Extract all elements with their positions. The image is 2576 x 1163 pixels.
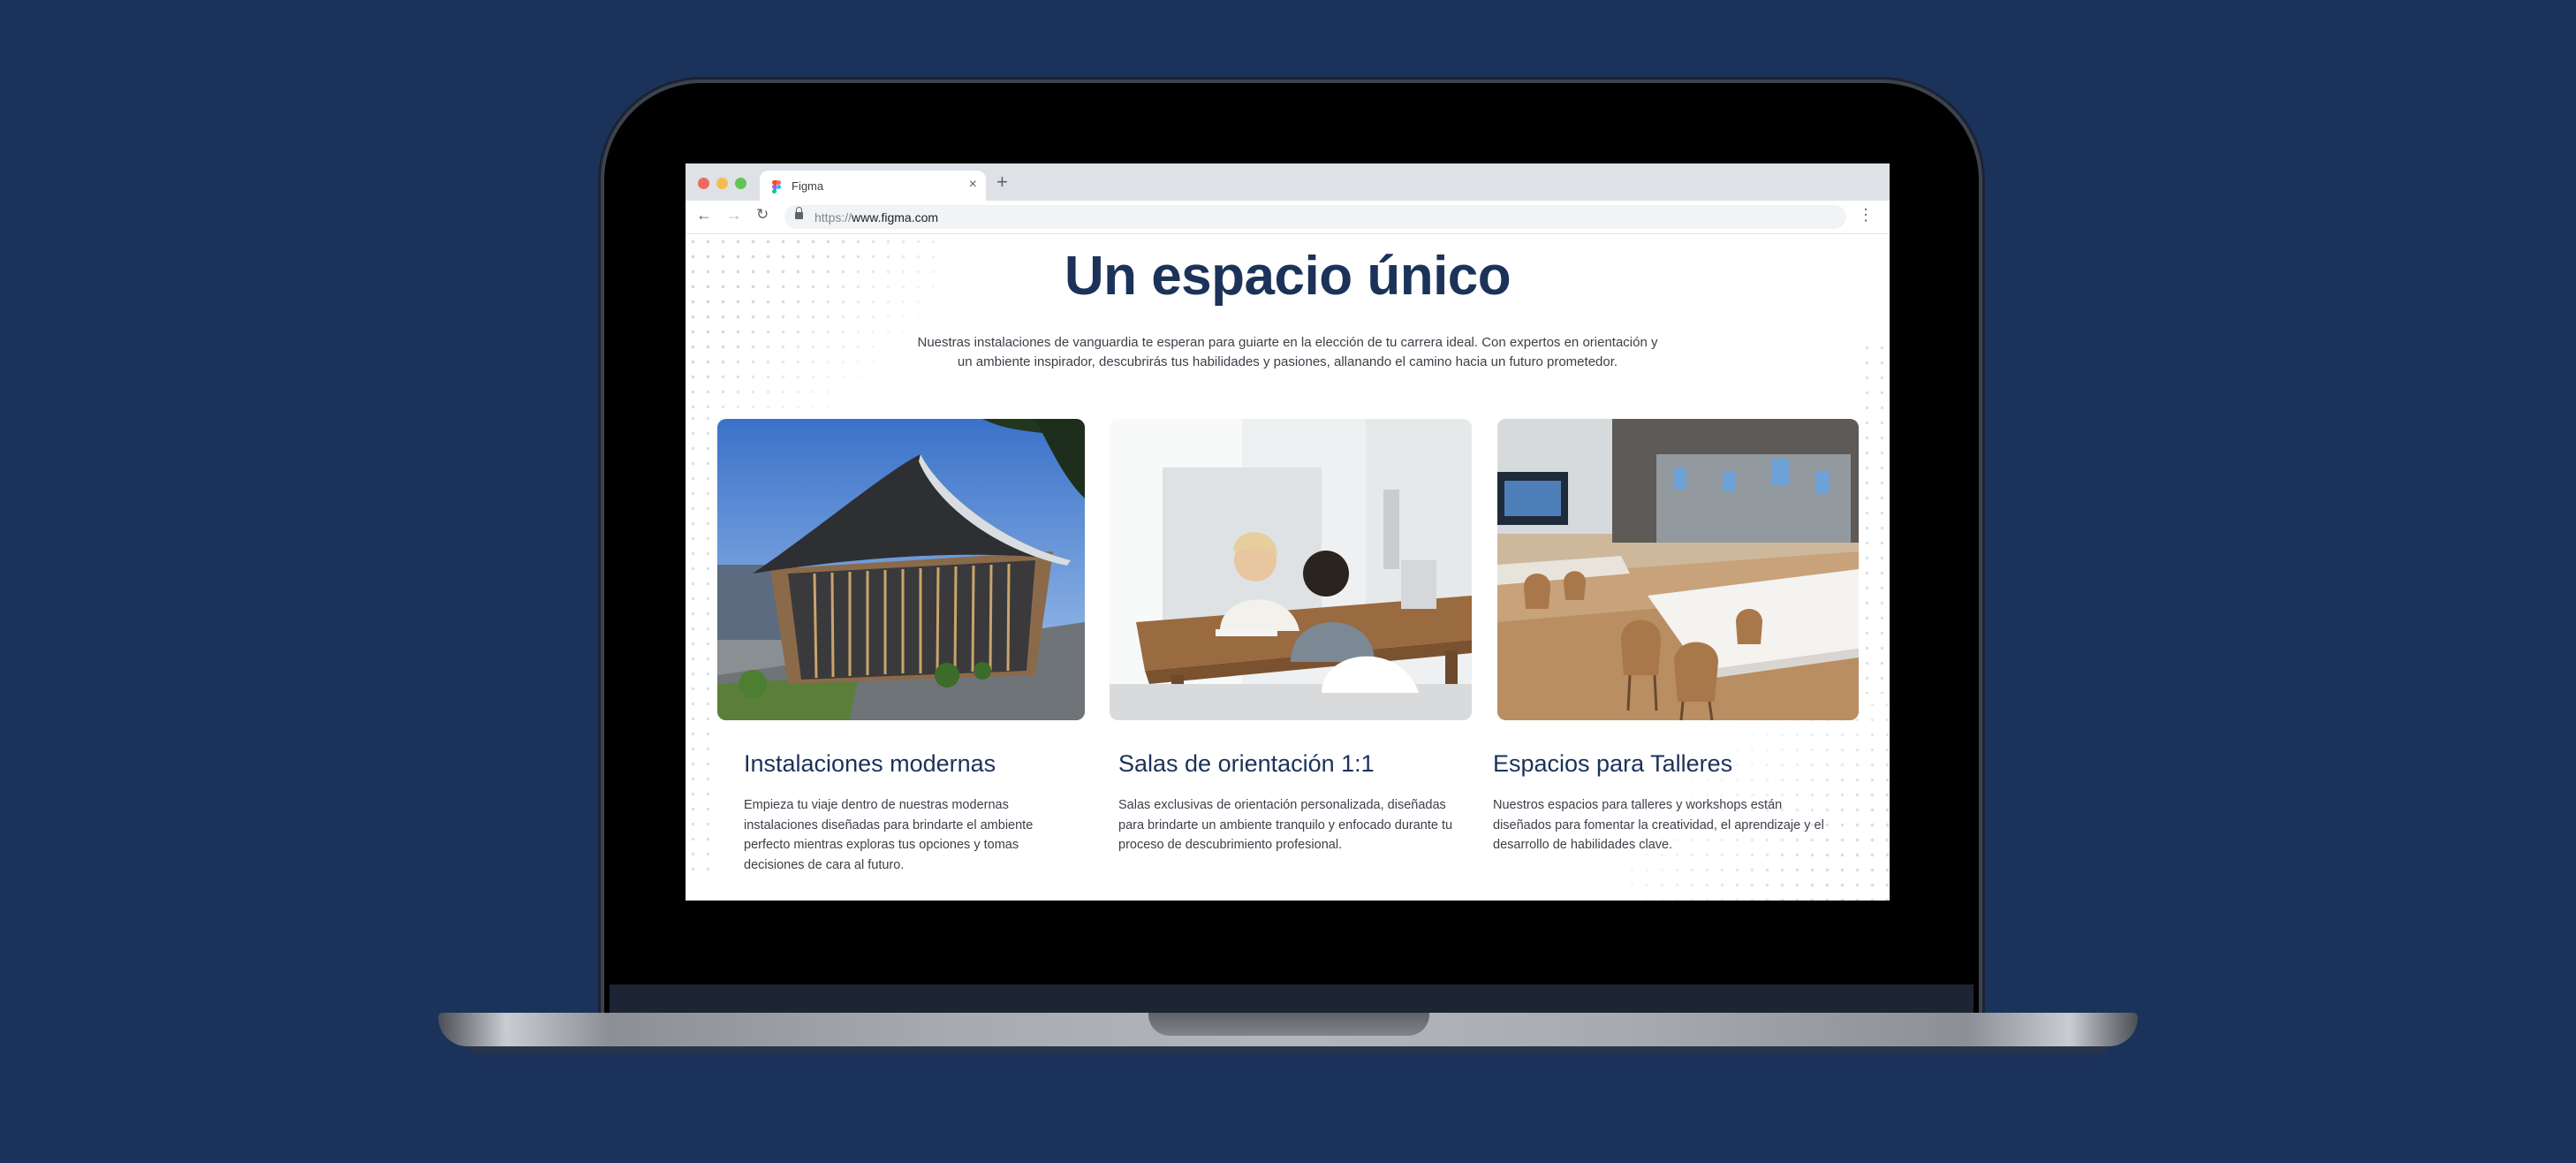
tab-bar: Figma × +	[686, 163, 1890, 201]
reload-icon[interactable]: ↻	[756, 206, 769, 224]
card-description-instalaciones: Empieza tu viaje dentro de nuestras mode…	[744, 798, 1034, 872]
browser-window: Figma × + ← → ↻ https://www.figma.com ⋮ …	[686, 163, 1890, 901]
subtitle-line: Nuestras instalaciones de vanguardia te …	[917, 335, 1658, 350]
card-description-salas: Salas exclusivas de orientación personal…	[1118, 798, 1453, 852]
new-tab-button[interactable]: +	[996, 171, 1008, 194]
minimize-window-button[interactable]	[716, 178, 728, 189]
tab-figma[interactable]: Figma ×	[760, 171, 986, 201]
card-image-orientation-room	[1110, 419, 1472, 720]
back-arrow-icon[interactable]: ←	[696, 206, 712, 224]
address-url: https://www.figma.com	[814, 210, 938, 224]
url-host: www.figma.com	[852, 210, 939, 224]
scene: Figma × + ← → ↻ https://www.figma.com ⋮ …	[0, 0, 2576, 1163]
browser-toolbar: ← → ↻ https://www.figma.com ⋮	[686, 201, 1890, 234]
card-description-espacios: Nuestros espacios para talleres y worksh…	[1493, 798, 1824, 852]
lock-icon	[795, 207, 803, 219]
tab-close-icon[interactable]: ×	[969, 177, 977, 193]
page-subtitle: Nuestras instalaciones de vanguardia te …	[898, 333, 1678, 372]
page-title: Un espacio único	[1064, 246, 1512, 307]
subtitle-line: un ambiente inspirador, descubrirás tus …	[957, 354, 1618, 369]
laptop-notch	[1148, 1013, 1429, 1036]
laptop-shadow	[468, 1045, 2108, 1059]
laptop-hinge-strip	[610, 984, 1974, 1015]
url-scheme: https://	[814, 210, 852, 224]
tab-title: Figma	[792, 179, 824, 193]
maximize-window-button[interactable]	[735, 178, 746, 189]
browser-menu-icon[interactable]: ⋮	[1858, 206, 1874, 224]
dot-pattern-decoration	[686, 411, 716, 870]
address-bar[interactable]: https://www.figma.com	[784, 205, 1846, 229]
card-title-salas: Salas de orientación 1:1	[1118, 750, 1375, 777]
web-page: Un espacio único Nuestras instalaciones …	[686, 234, 1890, 901]
card-image-building	[717, 419, 1085, 720]
close-window-button[interactable]	[698, 178, 709, 189]
figma-icon	[772, 180, 781, 194]
dot-pattern-decoration	[1860, 340, 1890, 694]
card-title-espacios: Espacios para Talleres	[1493, 750, 1733, 777]
card-title-instalaciones: Instalaciones modernas	[744, 750, 996, 777]
forward-arrow-icon[interactable]: →	[726, 206, 742, 224]
card-image-workshop-space	[1497, 419, 1859, 720]
